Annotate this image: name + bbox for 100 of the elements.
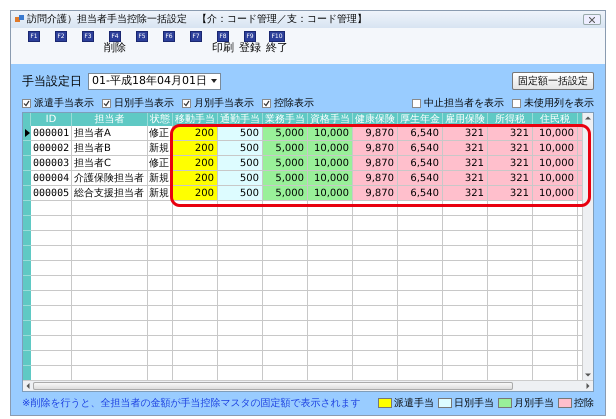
table-cell [308,246,353,261]
close-icon [589,16,595,22]
table-cell [353,201,398,216]
fixed-amount-button[interactable]: 固定額一括設定 [512,72,594,90]
checkbox[interactable]: 派遣手当表示 [22,96,94,110]
checkbox[interactable]: 月別手当表示 [182,96,254,110]
table-cell: 介護保険担当者 [72,171,148,186]
table-cell: 6,540 [398,186,443,201]
table-cell [308,306,353,321]
table-cell [398,276,443,291]
table-cell [533,306,578,321]
checkbox-label: 中止担当者を表示 [424,96,504,110]
table-cell [31,276,72,291]
checkbox-label: 日別手当表示 [114,96,174,110]
table-cell [308,336,353,351]
vertical-scrollbar[interactable] [582,113,593,380]
checkbox-box[interactable] [102,98,111,108]
table-cell [308,216,353,231]
checkbox[interactable]: 未使用列を表示 [512,96,594,110]
checkbox-box[interactable] [22,98,31,108]
table-cell: 5,000 [263,141,308,156]
table-cell [443,336,488,351]
table-cell [31,231,72,246]
table-cell [263,336,308,351]
table-cell [263,321,308,336]
table-cell [443,216,488,231]
table-cell [31,306,72,321]
table-cell [533,336,578,351]
table-cell: 5,000 [263,156,308,171]
table-cell: 6,540 [398,126,443,141]
date-label: 手当設定日 [22,73,82,90]
table-cell [443,261,488,276]
checkbox[interactable]: 控除表示 [262,96,314,110]
row-header[interactable] [23,126,31,141]
legend-label: 月別手当 [514,396,554,410]
table-cell: 500 [218,171,263,186]
table-cell: 9,870 [353,141,398,156]
date-dropdown[interactable]: 01-平成18年04月01日 [88,72,221,90]
function-key-label: 登録 [239,42,261,54]
table-cell [533,321,578,336]
table-cell [31,246,72,261]
table-cell: 000004 [31,171,72,186]
checkbox-box[interactable] [412,98,421,108]
table-cell [398,306,443,321]
horizontal-scrollbar[interactable] [23,380,593,391]
table-cell [263,306,308,321]
table-cell [308,201,353,216]
checkbox[interactable]: 日別手当表示 [102,96,174,110]
table-cell [533,246,578,261]
table-cell [308,261,353,276]
table-cell: 500 [218,186,263,201]
table-cell: 総合支援担当者 [72,186,148,201]
dropdown-arrow-icon [210,79,217,83]
table-cell: 200 [173,141,218,156]
checkbox[interactable]: 中止担当者を表示 [412,96,504,110]
table-cell: 10,000 [308,186,353,201]
table-cell: 321 [488,126,533,141]
legend-label: 控除 [574,396,594,410]
corner-header [23,113,31,126]
checkmark-icon [263,100,270,106]
table-cell [263,276,308,291]
table-cell [398,321,443,336]
table-cell: 200 [173,171,218,186]
table-cell [218,231,263,246]
table-cell: 321 [443,171,488,186]
table-cell [173,291,218,306]
table-cell [173,246,218,261]
table-cell [398,246,443,261]
table-cell [218,336,263,351]
table-cell: 321 [443,126,488,141]
table-cell: 10,000 [533,171,578,186]
table-cell [533,201,578,216]
table-cell: 500 [218,156,263,171]
checkbox-label: 未使用列を表示 [524,96,594,110]
table-cell [353,276,398,291]
table-cell: 10,000 [308,126,353,141]
table-cell [353,351,398,366]
table-cell [488,321,533,336]
table-cell: 10,000 [533,126,578,141]
checkmark-icon [183,100,190,106]
table-cell [533,276,578,291]
scroll-thumb[interactable] [33,382,513,390]
table-cell: 10,000 [308,156,353,171]
table-cell [148,261,173,276]
table-cell: 000005 [31,186,72,201]
table-cell [533,231,578,246]
table-cell [533,216,578,231]
table-cell: 9,870 [353,156,398,171]
table-cell: 321 [443,141,488,156]
checkbox-box[interactable] [182,98,191,108]
table-cell: 担当者B [72,141,148,156]
table-cell [218,351,263,366]
table-cell [173,351,218,366]
close-button[interactable] [583,14,601,25]
checkbox-box[interactable] [512,98,521,108]
checkbox-box[interactable] [262,98,271,108]
table-cell [173,216,218,231]
table-cell [488,261,533,276]
table-cell [263,246,308,261]
table-cell [443,291,488,306]
